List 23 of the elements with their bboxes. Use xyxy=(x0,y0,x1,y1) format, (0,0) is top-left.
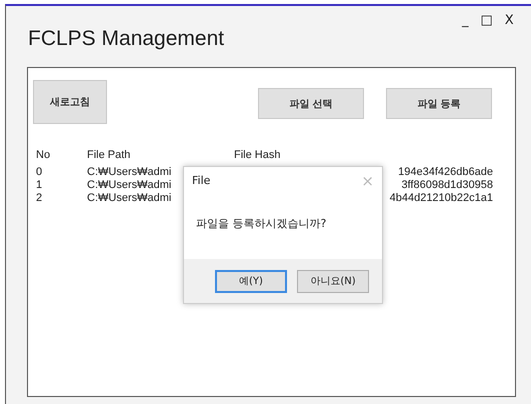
table-cell: 3ff86098d1d30958 xyxy=(401,179,493,191)
table-cell: 2 xyxy=(36,192,42,204)
dialog-button[interactable]: 아니요(N) xyxy=(297,270,369,292)
window-control[interactable]: X xyxy=(504,14,514,28)
window-title: FCLPS Management xyxy=(28,27,224,51)
file-button[interactable]: 파일 등록 xyxy=(386,88,492,119)
column-header[interactable]: File Hash xyxy=(231,149,481,161)
dialog-button[interactable]: 예(Y) xyxy=(215,270,287,292)
table-cell: 1 xyxy=(36,179,42,191)
dialog-title: File xyxy=(192,174,210,189)
window-control[interactable]: □ xyxy=(480,14,493,28)
table-cell: 194e34f426db6ade xyxy=(398,166,493,178)
window-control[interactable]: _ xyxy=(462,14,468,28)
table-cell: C:₩Users₩admi xyxy=(87,179,172,191)
column-header[interactable]: No xyxy=(33,149,84,161)
table-cell: 0 xyxy=(36,166,42,178)
dialog-message: 파일을 등록하시겠습니까? xyxy=(195,216,328,232)
table-cell: C:₩Users₩admi xyxy=(87,166,172,178)
file-button[interactable]: 파일 선택 xyxy=(258,88,364,119)
table-cell: C:₩Users₩admi xyxy=(87,192,172,204)
column-header[interactable]: File Path xyxy=(84,149,231,161)
table-cell: 4b44d21210b22c1a1 xyxy=(390,192,493,204)
refresh-button[interactable]: 새로고침 xyxy=(33,80,107,124)
